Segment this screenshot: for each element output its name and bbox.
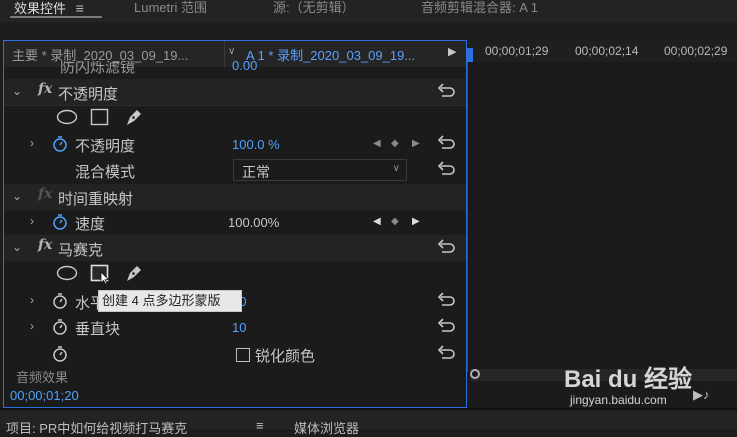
baidu-watermark: Bai du 经验 jingyan.baidu.com — [560, 347, 737, 413]
opacity-param-row: › 不透明度 100.0 % ◀ ◆ ▶ — [4, 131, 466, 157]
mosaic-section-row[interactable]: ⌄ fx 马赛克 — [4, 235, 466, 261]
panel-tab-bar: 效果控件 ≡ Lumetri 范围 源:（无剪辑） 音频剪辑混合器: A 1 — [0, 0, 737, 22]
tab-audio-clip-mixer[interactable]: 音频剪辑混合器: A 1 — [421, 0, 538, 22]
chevron-right-icon[interactable]: › — [30, 319, 34, 333]
next-keyframe-icon[interactable]: ▶ — [412, 216, 420, 227]
four-point-mask-icon[interactable] — [90, 264, 112, 284]
chevron-right-icon[interactable]: › — [30, 293, 34, 307]
time-remap-section-row[interactable]: ⌄ fx 时间重映射 — [4, 184, 466, 210]
opacity-section-row[interactable]: ⌄ fx 不透明度 — [4, 79, 466, 105]
tab-project[interactable]: 项目: PR中如何给视频打马赛克 — [6, 418, 187, 437]
chevron-right-icon[interactable]: › — [30, 214, 34, 228]
next-keyframe-icon[interactable]: ▶ — [412, 138, 420, 149]
playhead-line — [467, 62, 468, 372]
stopwatch-icon[interactable] — [52, 292, 68, 310]
vertical-blocks-row: › 垂直块 10 — [4, 314, 466, 340]
blend-mode-row: 混合模式 正常 ∨ — [4, 157, 466, 183]
partial-row-flicker: 防闪烁滤镜 0.00 — [4, 61, 466, 74]
chevron-down-icon[interactable]: ⌄ — [12, 84, 22, 98]
stopwatch-icon[interactable] — [52, 345, 68, 363]
ellipse-mask-icon[interactable] — [56, 265, 78, 281]
vertical-blocks-value[interactable]: 10 — [232, 320, 246, 335]
blend-mode-value: 正常 — [242, 164, 270, 180]
play-only-clip-button[interactable]: ▶ — [448, 45, 456, 58]
tab-effect-controls-label: 效果控件 — [14, 1, 67, 16]
blend-mode-label: 混合模式 — [75, 164, 136, 181]
active-tab-underline — [10, 16, 102, 18]
time-remap-label: 时间重映射 — [58, 191, 134, 208]
reset-icon[interactable] — [436, 237, 456, 255]
chevron-right-icon[interactable]: › — [30, 136, 34, 150]
opacity-value[interactable]: 100.0 % — [232, 137, 280, 152]
pen-mask-icon[interactable] — [124, 263, 144, 283]
stopwatch-icon[interactable] — [52, 318, 68, 336]
tab-source[interactable]: 源:（无剪辑） — [273, 0, 355, 22]
playhead-handle[interactable] — [467, 48, 473, 62]
audio-effects-header[interactable]: 音频效果 — [4, 370, 466, 384]
fx-icon[interactable]: fx — [38, 237, 52, 253]
chevron-down-icon[interactable]: ⌄ — [12, 240, 22, 254]
reset-icon[interactable] — [436, 133, 456, 151]
zoom-scroll-handle[interactable] — [470, 369, 480, 379]
flicker-value[interactable]: 0.00 — [232, 61, 257, 73]
timecode-mark: 00;00;02;14 — [575, 44, 639, 58]
time-ruler[interactable]: 00;00;01;29 00;00;02;14 00;00;02;29 — [467, 40, 737, 62]
pen-mask-icon[interactable] — [124, 107, 144, 127]
current-time-display[interactable]: 00;00;01;20 — [10, 388, 79, 403]
panel-menu-icon[interactable]: ≡ — [256, 418, 264, 433]
watermark-brand: Bai du 经验 — [564, 366, 693, 393]
fx-icon[interactable]: fx — [38, 81, 52, 97]
mosaic-mask-tools-row — [4, 261, 466, 287]
rectangle-mask-icon[interactable] — [90, 108, 110, 126]
sharpen-colors-label: 锐化颜色 — [255, 348, 316, 365]
previous-keyframe-icon[interactable]: ◀ — [373, 138, 381, 149]
audio-effects-label: 音频效果 — [16, 370, 69, 384]
stopwatch-icon[interactable] — [52, 213, 68, 231]
timecode-mark: 00;00;01;29 — [485, 44, 549, 58]
opacity-param-label: 不透明度 — [75, 138, 136, 155]
panel-menu-icon[interactable]: ≡ — [76, 0, 84, 16]
reset-icon[interactable] — [436, 159, 456, 177]
watermark-url: jingyan.baidu.com — [570, 393, 667, 407]
chevron-down-icon[interactable]: ⌄ — [12, 189, 22, 203]
speed-label: 速度 — [75, 216, 106, 233]
sharpen-colors-row: 锐化颜色 — [4, 341, 466, 367]
chevron-down-icon[interactable]: ∨ — [228, 46, 235, 57]
reset-icon[interactable] — [436, 316, 456, 334]
add-keyframe-icon[interactable]: ◆ — [391, 138, 399, 149]
mask-tooltip: 创建 4 点多边形蒙版 — [98, 290, 242, 312]
fx-icon: fx — [38, 186, 53, 202]
stopwatch-icon[interactable] — [52, 135, 68, 153]
sharpen-colors-checkbox[interactable] — [236, 348, 250, 362]
speed-row: › 速度 100.00% ◀ ◆ ▶ — [4, 209, 466, 235]
mosaic-section-label: 马赛克 — [58, 242, 104, 259]
blend-mode-dropdown[interactable]: 正常 ∨ — [233, 159, 407, 181]
mask-tools-row — [4, 105, 466, 131]
speed-value[interactable]: 100.00% — [228, 215, 279, 230]
add-keyframe-icon[interactable]: ◆ — [391, 216, 399, 227]
reset-icon[interactable] — [436, 343, 456, 361]
flicker-label: 防闪烁滤镜 — [60, 61, 136, 74]
opacity-section-label: 不透明度 — [58, 86, 119, 103]
chevron-down-icon: ∨ — [392, 163, 400, 174]
previous-keyframe-icon[interactable]: ◀ — [373, 216, 381, 227]
tab-lumetri-scopes[interactable]: Lumetri 范围 — [134, 0, 207, 22]
tab-effect-controls[interactable]: 效果控件 ≡ — [14, 0, 84, 22]
vertical-blocks-label: 垂直块 — [75, 321, 121, 338]
reset-icon[interactable] — [436, 290, 456, 308]
ellipse-mask-icon[interactable] — [56, 109, 78, 125]
tab-media-browser[interactable]: 媒体浏览器 — [294, 418, 359, 437]
timecode-mark: 00;00;02;29 — [664, 44, 728, 58]
reset-icon[interactable] — [436, 81, 456, 99]
